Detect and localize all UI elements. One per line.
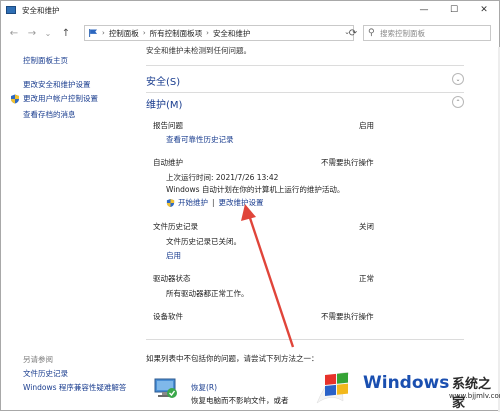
security-section-header[interactable]: 安全(S) ⌄ <box>146 71 464 89</box>
recovery-pc-icon <box>154 378 177 398</box>
file-history-desc: 文件历史记录已关闭。 <box>166 237 241 246</box>
window-title: 安全和维护 <box>22 5 60 15</box>
device-software-status: 不需要执行操作 <box>321 312 374 321</box>
control-panel-flag-icon <box>89 29 98 37</box>
address-bar[interactable]: › 控制面板 › 所有控制面板项 › 安全和维护 ⌄ <box>84 25 354 41</box>
watermark-url: www.bjjmlv.com <box>449 392 500 400</box>
view-reliability-history-link[interactable]: 查看可靠性历史记录 <box>166 134 234 145</box>
sidebar-item-change-settings[interactable]: 更改安全和维护设置 <box>23 79 91 90</box>
control-panel-app-icon <box>6 6 16 14</box>
report-problems-label: 报告问题 <box>153 121 183 130</box>
auto-maintenance-status: 不需要执行操作 <box>321 158 374 167</box>
window-controls: — ☐ ✕ <box>409 1 499 19</box>
breadcrumb-all-items[interactable]: 所有控制面板项 <box>150 28 203 39</box>
up-button[interactable]: ↑ <box>59 26 73 40</box>
drive-status-desc: 所有驱动器都正常工作。 <box>166 289 249 298</box>
enable-file-history-link[interactable]: 启用 <box>166 250 181 261</box>
last-run-time: 上次运行时间: 2021/7/26 13:42 <box>166 173 279 182</box>
link-separator: | <box>212 198 215 207</box>
minimize-button[interactable]: — <box>409 1 439 19</box>
maintenance-title: 维护(M) <box>146 99 183 111</box>
sidebar-item-label: 更改用户帐户控制设置 <box>23 94 98 103</box>
maximize-button[interactable]: ☐ <box>439 1 469 19</box>
divider <box>146 65 464 66</box>
breadcrumb-security-maintenance[interactable]: 安全和维护 <box>213 28 251 39</box>
divider <box>146 339 464 340</box>
see-also-file-history[interactable]: 文件历史记录 <box>23 368 68 379</box>
change-maintenance-settings-link[interactable]: 更改维护设置 <box>219 197 264 208</box>
uac-shield-icon <box>11 94 19 103</box>
search-input[interactable] <box>380 28 484 38</box>
divider <box>146 92 464 93</box>
search-box[interactable]: ⚲ <box>363 25 491 41</box>
maintenance-section-header[interactable]: 维护(M) ⌃ <box>146 94 464 112</box>
file-history-label: 文件历史记录 <box>153 222 198 231</box>
breadcrumb-control-panel[interactable]: 控制面板 <box>109 28 139 39</box>
drive-status-value: 正常 <box>359 274 374 283</box>
search-icon: ⚲ <box>368 28 375 38</box>
device-software-label: 设备软件 <box>153 312 183 321</box>
sidebar-item-uac[interactable]: 更改用户帐户控制设置 <box>10 93 98 104</box>
uac-shield-icon <box>166 198 175 207</box>
control-panel-window: 安全和维护 — ☐ ✕ ← → ⌄ ↑ › 控制面板 › 所有控制面板项 › 安… <box>0 0 500 412</box>
truncated-status-text: 安全和维护未检测到任何问题。 <box>146 46 251 55</box>
maintenance-actions: 开始维护 | 更改维护设置 <box>166 197 264 208</box>
title-bar: 安全和维护 — ☐ ✕ <box>1 1 499 19</box>
recent-locations-button[interactable]: ⌄ <box>41 26 55 40</box>
sidebar-item-archived-messages[interactable]: 查看存档的消息 <box>23 109 76 120</box>
sidebar: 控制面板主页 更改安全和维护设置 更改用户帐户控制设置 查看存档的消息 另请参阅… <box>1 47 136 412</box>
security-title: 安全(S) <box>146 76 181 88</box>
restore-link[interactable]: 恢复(R) <box>191 382 217 393</box>
close-button[interactable]: ✕ <box>469 1 499 19</box>
restore-option <box>153 377 191 399</box>
sidebar-home-link[interactable]: 控制面板主页 <box>23 55 68 66</box>
drive-status-label: 驱动器状态 <box>153 274 191 283</box>
file-history-status: 关闭 <box>359 222 374 231</box>
expand-chevron-icon[interactable]: ⌄ <box>452 73 464 85</box>
restore-desc: 恢复电脑而不影响文件，或者 <box>191 396 289 405</box>
report-problems-status: 启用 <box>359 121 374 130</box>
start-maintenance-link[interactable]: 开始维护 <box>178 197 208 208</box>
collapse-chevron-icon[interactable]: ⌃ <box>452 96 464 108</box>
refresh-button[interactable]: ⟳ <box>345 25 361 41</box>
auto-maintenance-label: 自动维护 <box>153 158 183 167</box>
auto-maintenance-desc: Windows 自动计划在你的计算机上运行的维护活动。 <box>166 185 345 194</box>
see-also-compat-troubleshooter[interactable]: Windows 程序兼容性疑难解答 <box>23 382 126 393</box>
alternatives-text: 如果列表中不包括你的问题，请尝试下列方法之一： <box>146 354 319 363</box>
back-button[interactable]: ← <box>7 26 21 40</box>
watermark-brand: Windows <box>363 373 450 393</box>
see-also-header: 另请参阅 <box>23 355 53 364</box>
forward-button[interactable]: → <box>25 26 39 40</box>
